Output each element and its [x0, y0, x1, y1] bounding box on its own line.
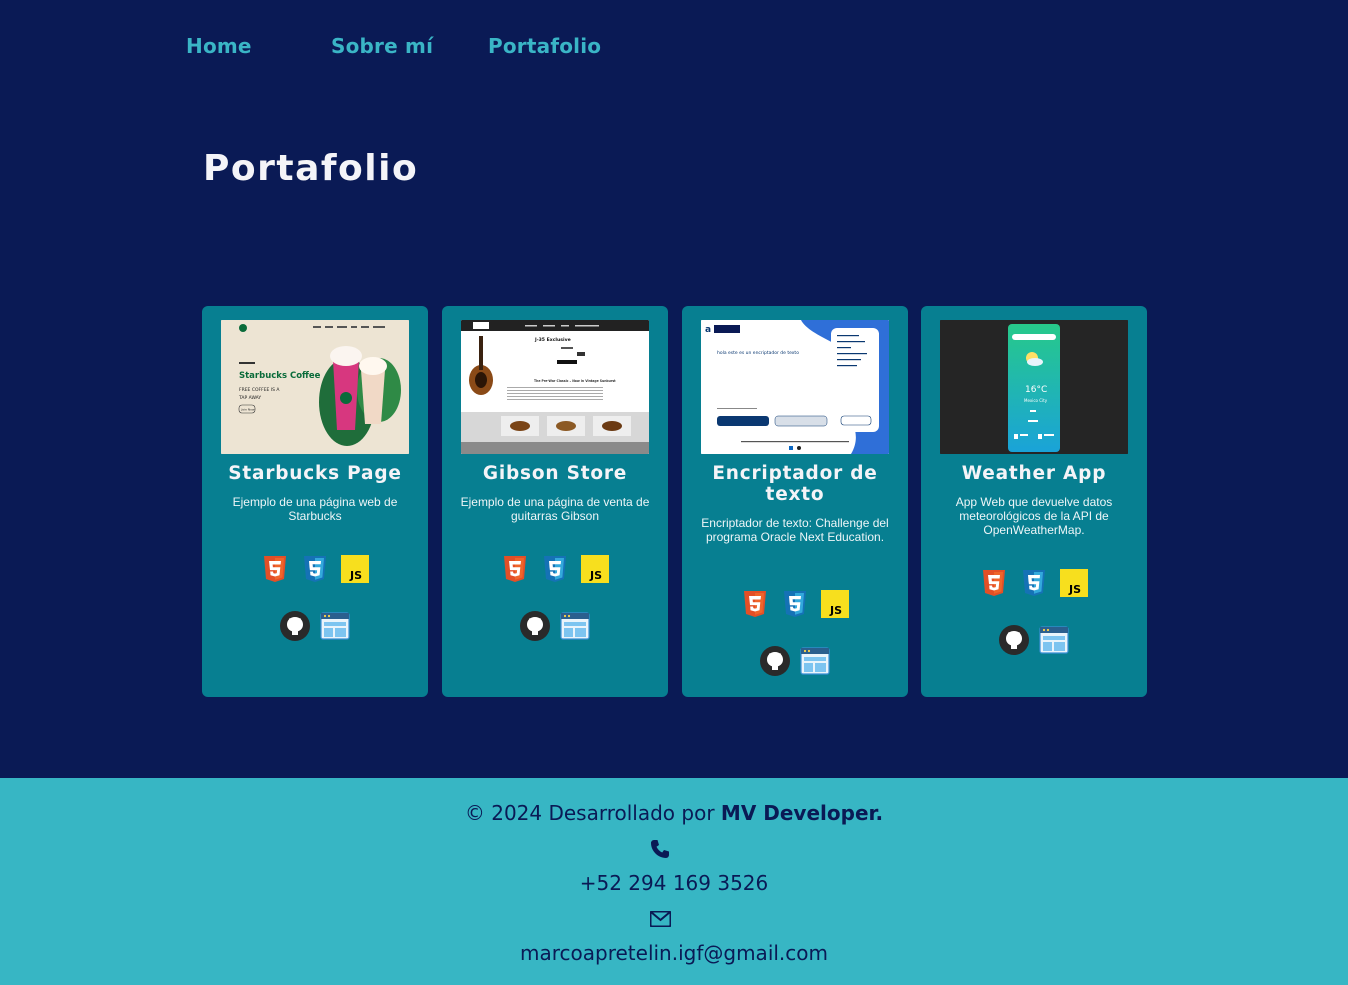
project-description: Encriptador de texto: Challenge del prog… [701, 516, 889, 544]
css3-icon [301, 555, 329, 583]
website-icon[interactable] [800, 646, 830, 676]
credit-author: MV Developer. [720, 801, 884, 825]
svg-text:JS: JS [1068, 583, 1081, 596]
footer-phone[interactable]: +52 294 169 3526 [0, 871, 1348, 895]
project-links [682, 646, 908, 676]
svg-text:JS: JS [829, 604, 842, 617]
svg-text:FREE COFFEE IS A: FREE COFFEE IS A [239, 387, 280, 393]
github-icon[interactable] [520, 611, 550, 641]
encriptador-screenshot: a hola este es un encriptador de texto [701, 320, 889, 454]
page-title: Portafolio [203, 148, 419, 189]
tech-stack: JS [921, 569, 1147, 599]
svg-text:TAP AWAY: TAP AWAY [238, 395, 261, 401]
project-card-gibson: J-35 Exclusive The Pre-War Classic – Now… [442, 306, 668, 697]
envelope-icon [649, 910, 672, 928]
project-description: App Web que devuelve datos meteorológico… [955, 495, 1113, 537]
project-card-encriptador: a hola este es un encriptador de texto E… [682, 306, 908, 697]
svg-text:a: a [705, 325, 711, 335]
project-thumbnail: 16°C Mexico City [940, 320, 1128, 454]
phone-icon [650, 839, 670, 859]
top-nav: Home Sobre mí Portafolio [0, 34, 1348, 66]
svg-text:JS: JS [349, 569, 362, 582]
project-title: Gibson Store [482, 463, 628, 484]
starbucks-screenshot: Starbucks Coffee FREE COFFEE IS A TAP AW… [221, 320, 409, 454]
svg-text:The Pre-War Classic – Now in V: The Pre-War Classic – Now in Vintage Sun… [534, 379, 616, 383]
project-thumbnail: Starbucks Coffee FREE COFFEE IS A TAP AW… [221, 320, 409, 454]
footer-credit: © 2024 Desarrollado por MV Developer. [0, 801, 1348, 825]
project-card-weather: 16°C Mexico City Weather App App Web que… [921, 306, 1147, 697]
html5-icon [501, 555, 529, 583]
project-thumbnail: J-35 Exclusive The Pre-War Classic – Now… [461, 320, 649, 454]
tech-stack: JS [202, 555, 428, 585]
gibson-screenshot: J-35 Exclusive The Pre-War Classic – Now… [461, 320, 649, 454]
svg-text:Starbucks Coffee: Starbucks Coffee [239, 371, 321, 381]
svg-text:Join Now: Join Now [241, 408, 255, 412]
github-icon[interactable] [280, 611, 310, 641]
html5-icon [980, 569, 1008, 597]
weather-screenshot: 16°C Mexico City [940, 320, 1128, 454]
javascript-icon: JS [581, 555, 609, 583]
project-title: Weather App [961, 463, 1107, 484]
svg-text:J-35 Exclusive: J-35 Exclusive [534, 337, 571, 343]
website-icon[interactable] [560, 611, 590, 641]
footer-email[interactable]: marcoapretelin.igf@gmail.com [0, 941, 1348, 965]
svg-text:JS: JS [589, 569, 602, 582]
tech-stack: JS [442, 555, 668, 585]
svg-text:16°C: 16°C [1025, 385, 1047, 395]
svg-text:Mexico City: Mexico City [1024, 398, 1048, 403]
javascript-icon: JS [341, 555, 369, 583]
svg-text:hola este es un encriptador de: hola este es un encriptador de texto [717, 350, 799, 356]
github-icon[interactable] [760, 646, 790, 676]
nav-link-home[interactable]: Home [186, 34, 252, 58]
website-icon[interactable] [320, 611, 350, 641]
project-card-starbucks: Starbucks Coffee FREE COFFEE IS A TAP AW… [202, 306, 428, 697]
credit-prefix: © 2024 Desarrollado por [464, 801, 715, 825]
project-links [202, 611, 428, 641]
project-links [442, 611, 668, 641]
github-icon[interactable] [999, 625, 1029, 655]
css3-icon [541, 555, 569, 583]
tech-stack: JS [682, 590, 908, 620]
footer: © 2024 Desarrollado por MV Developer. +5… [0, 778, 1348, 985]
website-icon[interactable] [1039, 625, 1069, 655]
nav-link-sobre-mi[interactable]: Sobre mí [331, 34, 433, 58]
project-thumbnail: a hola este es un encriptador de texto [701, 320, 889, 454]
project-title: Starbucks Page [228, 463, 402, 484]
project-title: Encriptador de texto [712, 463, 878, 505]
css3-icon [1020, 569, 1048, 597]
project-description: Ejemplo de una página web de Starbucks [232, 495, 398, 523]
css3-icon [781, 590, 809, 618]
html5-icon [261, 555, 289, 583]
project-links [921, 625, 1147, 655]
javascript-icon: JS [821, 590, 849, 618]
project-description: Ejemplo de una página de venta de guitar… [460, 495, 650, 523]
nav-link-portafolio[interactable]: Portafolio [488, 34, 601, 58]
javascript-icon: JS [1060, 569, 1088, 597]
html5-icon [741, 590, 769, 618]
